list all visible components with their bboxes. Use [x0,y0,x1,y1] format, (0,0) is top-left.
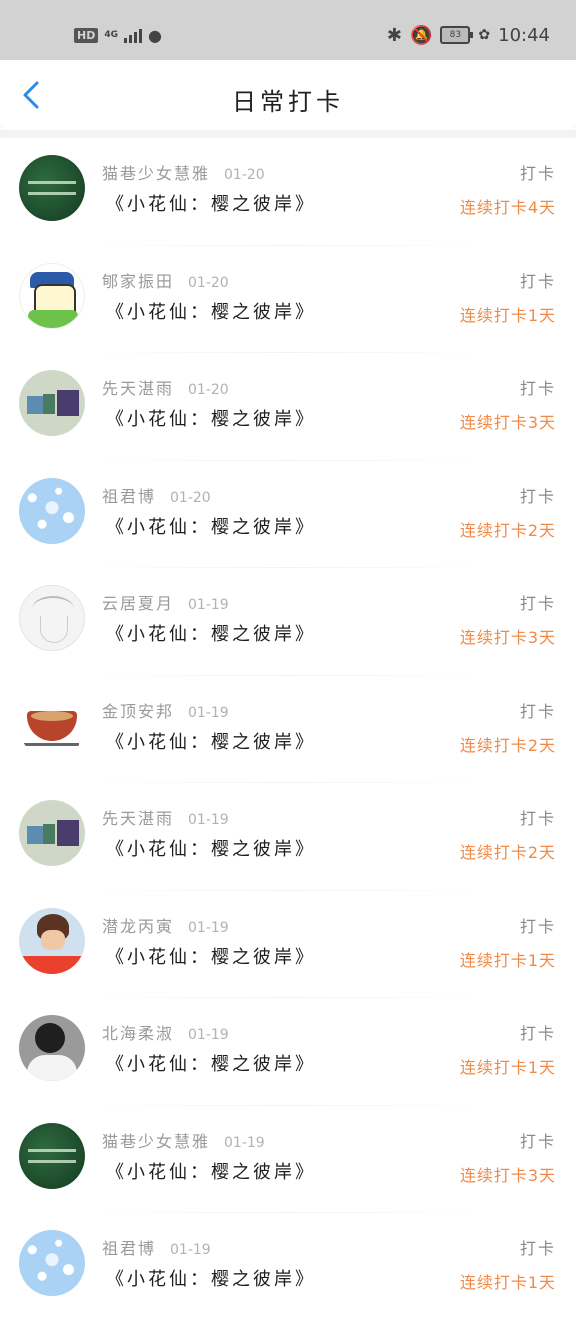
checkin-action: 打卡 [519,809,556,828]
avatar[interactable] [19,692,85,759]
checkin-date: 01-19 [188,704,229,721]
checkin-row[interactable]: 郇家振田 01-20 《小花仙：樱之彼岸》 打卡 连续打卡1天 [0,246,576,353]
battery-level: 83 [449,30,462,40]
checkin-date: 01-20 [188,274,229,291]
page-title: 日常打卡 [232,88,344,116]
avatar[interactable] [19,800,85,866]
checkin-row[interactable]: 先天湛雨 01-19 《小花仙：樱之彼岸》 打卡 连续打卡2天 [0,783,576,891]
checkin-action: 打卡 [519,701,556,721]
user-name[interactable]: 猫巷少女慧雅 [102,164,210,183]
book-title[interactable]: 《小花仙：樱之彼岸》 [106,298,316,324]
streak-text: 连续打卡2天 [459,735,556,755]
status-left: HD 4G ● [74,22,162,48]
user-name[interactable]: 祖君博 [102,487,156,506]
checkin-action: 打卡 [519,916,556,936]
user-name[interactable]: 金顶安邦 [102,702,174,721]
qq-icon: ● [148,25,162,45]
avatar[interactable] [19,155,85,221]
checkin-date: 01-20 [224,167,265,183]
book-title[interactable]: 《小花仙：樱之彼岸》 [106,728,316,754]
avatar[interactable] [19,1015,85,1081]
header-divider [0,130,576,138]
status-bar: HD 4G ● ✱ 🔕 83 ✿ 10:44 [0,0,576,60]
leaf-icon: ✿ [478,27,491,43]
checkin-date: 01-19 [170,1242,211,1258]
checkin-row[interactable]: 金顶安邦 01-19 《小花仙：樱之彼岸》 打卡 连续打卡2天 [0,676,576,783]
checkin-date: 01-19 [188,597,229,613]
user-name[interactable]: 潜龙丙寅 [102,917,174,936]
book-title[interactable]: 《小花仙：樱之彼岸》 [106,1265,316,1291]
streak-text: 连续打卡1天 [459,1273,556,1292]
hd-badge: HD [74,27,99,43]
checkin-row[interactable]: 祖君博 01-19 《小花仙：樱之彼岸》 打卡 连续打卡1天 [0,1213,576,1321]
checkin-action: 打卡 [519,379,556,398]
streak-text: 连续打卡1天 [459,950,556,970]
avatar[interactable] [19,262,85,329]
checkin-action: 打卡 [519,1131,556,1151]
streak-text: 连续打卡3天 [459,628,556,647]
checkin-date: 01-19 [188,812,229,828]
book-title[interactable]: 《小花仙：樱之彼岸》 [106,405,316,431]
checkin-date: 01-20 [170,489,211,506]
checkin-row[interactable]: 猫巷少女慧雅 01-20 《小花仙：樱之彼岸》 打卡 连续打卡4天 [0,138,576,246]
checkin-row[interactable]: 先天湛雨 01-20 《小花仙：樱之彼岸》 打卡 连续打卡3天 [0,353,576,461]
network-type: 4G [104,29,118,40]
mute-bell-icon: 🔕 [409,24,433,46]
streak-text: 连续打卡2天 [459,520,556,540]
book-title[interactable]: 《小花仙：樱之彼岸》 [106,1158,316,1184]
signal-icon [124,27,142,43]
avatar[interactable] [19,477,85,544]
checkin-action: 打卡 [519,1024,556,1043]
app-header: 日常打卡 [0,60,576,130]
user-name[interactable]: 猫巷少女慧雅 [102,1132,210,1151]
avatar[interactable] [19,1230,85,1296]
checkin-action: 打卡 [519,486,556,506]
checkin-row[interactable]: 潜龙丙寅 01-19 《小花仙：樱之彼岸》 打卡 连续打卡1天 [0,891,576,998]
checkin-row[interactable]: 北海柔淑 01-19 《小花仙：樱之彼岸》 打卡 连续打卡1天 [0,998,576,1106]
battery-icon: 83 [440,26,474,44]
checkin-row[interactable]: 祖君博 01-20 《小花仙：樱之彼岸》 打卡 连续打卡2天 [0,461,576,568]
user-name[interactable]: 云居夏月 [102,594,174,613]
status-right: ✱ 🔕 83 ✿ 10:44 [387,22,550,48]
book-title[interactable]: 《小花仙：樱之彼岸》 [106,190,316,216]
checkin-action: 打卡 [519,164,556,183]
bluetooth-icon: ✱ [386,24,402,46]
checkin-date: 01-20 [188,382,229,398]
streak-text: 连续打卡1天 [459,305,556,325]
book-title[interactable]: 《小花仙：樱之彼岸》 [106,513,316,539]
avatar[interactable] [19,585,85,651]
checkin-action: 打卡 [519,594,556,613]
book-title[interactable]: 《小花仙：樱之彼岸》 [106,943,316,969]
user-name[interactable]: 先天湛雨 [102,809,174,828]
book-title[interactable]: 《小花仙：樱之彼岸》 [106,620,316,646]
checkin-date: 01-19 [188,919,229,936]
checkin-date: 01-19 [188,1027,229,1043]
clock: 10:44 [498,24,550,46]
user-name[interactable]: 先天湛雨 [102,379,174,398]
streak-text: 连续打卡3天 [459,413,556,432]
streak-text: 连续打卡3天 [459,1165,556,1185]
user-name[interactable]: 北海柔淑 [102,1024,174,1043]
avatar[interactable] [19,907,85,974]
avatar[interactable] [19,1122,85,1189]
avatar[interactable] [19,370,85,436]
checkin-row[interactable]: 猫巷少女慧雅 01-19 《小花仙：樱之彼岸》 打卡 连续打卡3天 [0,1106,576,1213]
checkin-row[interactable]: 云居夏月 01-19 《小花仙：樱之彼岸》 打卡 连续打卡3天 [0,568,576,676]
user-name[interactable]: 祖君博 [102,1239,156,1258]
streak-text: 连续打卡4天 [459,198,556,217]
checkin-action: 打卡 [519,1239,556,1258]
book-title[interactable]: 《小花仙：樱之彼岸》 [106,835,316,861]
streak-text: 连续打卡2天 [459,843,556,862]
user-name[interactable]: 郇家振田 [102,272,174,291]
checkin-action: 打卡 [519,271,556,291]
checkin-list: 猫巷少女慧雅 01-20 《小花仙：樱之彼岸》 打卡 连续打卡4天 郇家振田 01-… [0,138,576,1321]
checkin-date: 01-19 [224,1134,265,1151]
streak-text: 连续打卡1天 [459,1058,556,1077]
book-title[interactable]: 《小花仙：樱之彼岸》 [106,1050,316,1076]
